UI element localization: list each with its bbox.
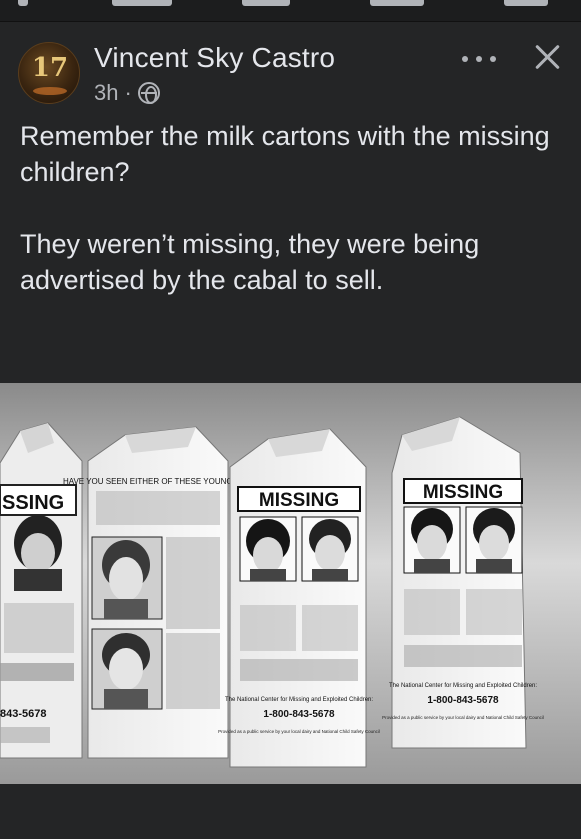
milk-carton: SSING 843-5678: [0, 422, 83, 759]
carton-text: Provided as a public service by your loc…: [218, 729, 380, 734]
carton-text: Provided as a public service by your loc…: [382, 715, 544, 720]
carton-headline: SSING: [2, 492, 64, 514]
post-footer-area: [0, 784, 581, 839]
avatar-badge: 17: [31, 53, 69, 83]
meta-separator: ·: [124, 80, 132, 105]
author-name[interactable]: Vincent Sky Castro: [94, 42, 335, 74]
author-avatar[interactable]: 17: [18, 42, 80, 104]
app-top-bar: [0, 0, 581, 22]
carton-headline: MISSING: [423, 482, 503, 503]
carton-headline: MISSING: [259, 490, 339, 511]
dot-icon: [476, 56, 482, 62]
milk-carton: HAVE YOU SEEN EITHER OF THESE YOUNG MEN?: [63, 426, 258, 759]
nav-stub: [504, 0, 548, 6]
nav-stub: [18, 0, 28, 6]
milk-carton: MISSING The National Center for Missing …: [218, 428, 380, 768]
carton-headline: HAVE YOU SEEN EITHER OF THESE YOUNG MEN?: [63, 477, 258, 486]
carton-text: The National Center for Missing and Expl…: [389, 683, 537, 689]
dot-icon: [490, 56, 496, 62]
carton-phone: 1-800-843-5678: [427, 695, 499, 706]
nav-stub: [370, 0, 424, 6]
post-paragraph: They weren’t missing, they were being ad…: [20, 229, 480, 295]
post-time[interactable]: 3h: [94, 80, 118, 106]
carton-phone: 843-5678: [0, 708, 47, 720]
carton-text: The National Center for Missing and Expl…: [225, 697, 373, 703]
nav-stub: [242, 0, 290, 6]
carton-phone: 1-800-843-5678: [263, 709, 335, 720]
nav-stub: [112, 0, 172, 6]
more-options-button[interactable]: [462, 48, 496, 70]
post-photo[interactable]: SSING 843-5678 HAVE YOU SEEN EITHER OF T…: [0, 383, 581, 784]
globe-icon[interactable]: [137, 82, 160, 104]
post-meta: 3h ·: [94, 80, 160, 106]
milk-carton: MISSING The National Center for Missing …: [382, 416, 544, 749]
avatar-glow: [33, 87, 67, 95]
post-text: Remember the milk cartons with the missi…: [20, 118, 565, 334]
post-paragraph: Remember the milk cartons with the missi…: [20, 121, 550, 187]
close-icon[interactable]: [532, 42, 562, 72]
dot-icon: [462, 56, 468, 62]
